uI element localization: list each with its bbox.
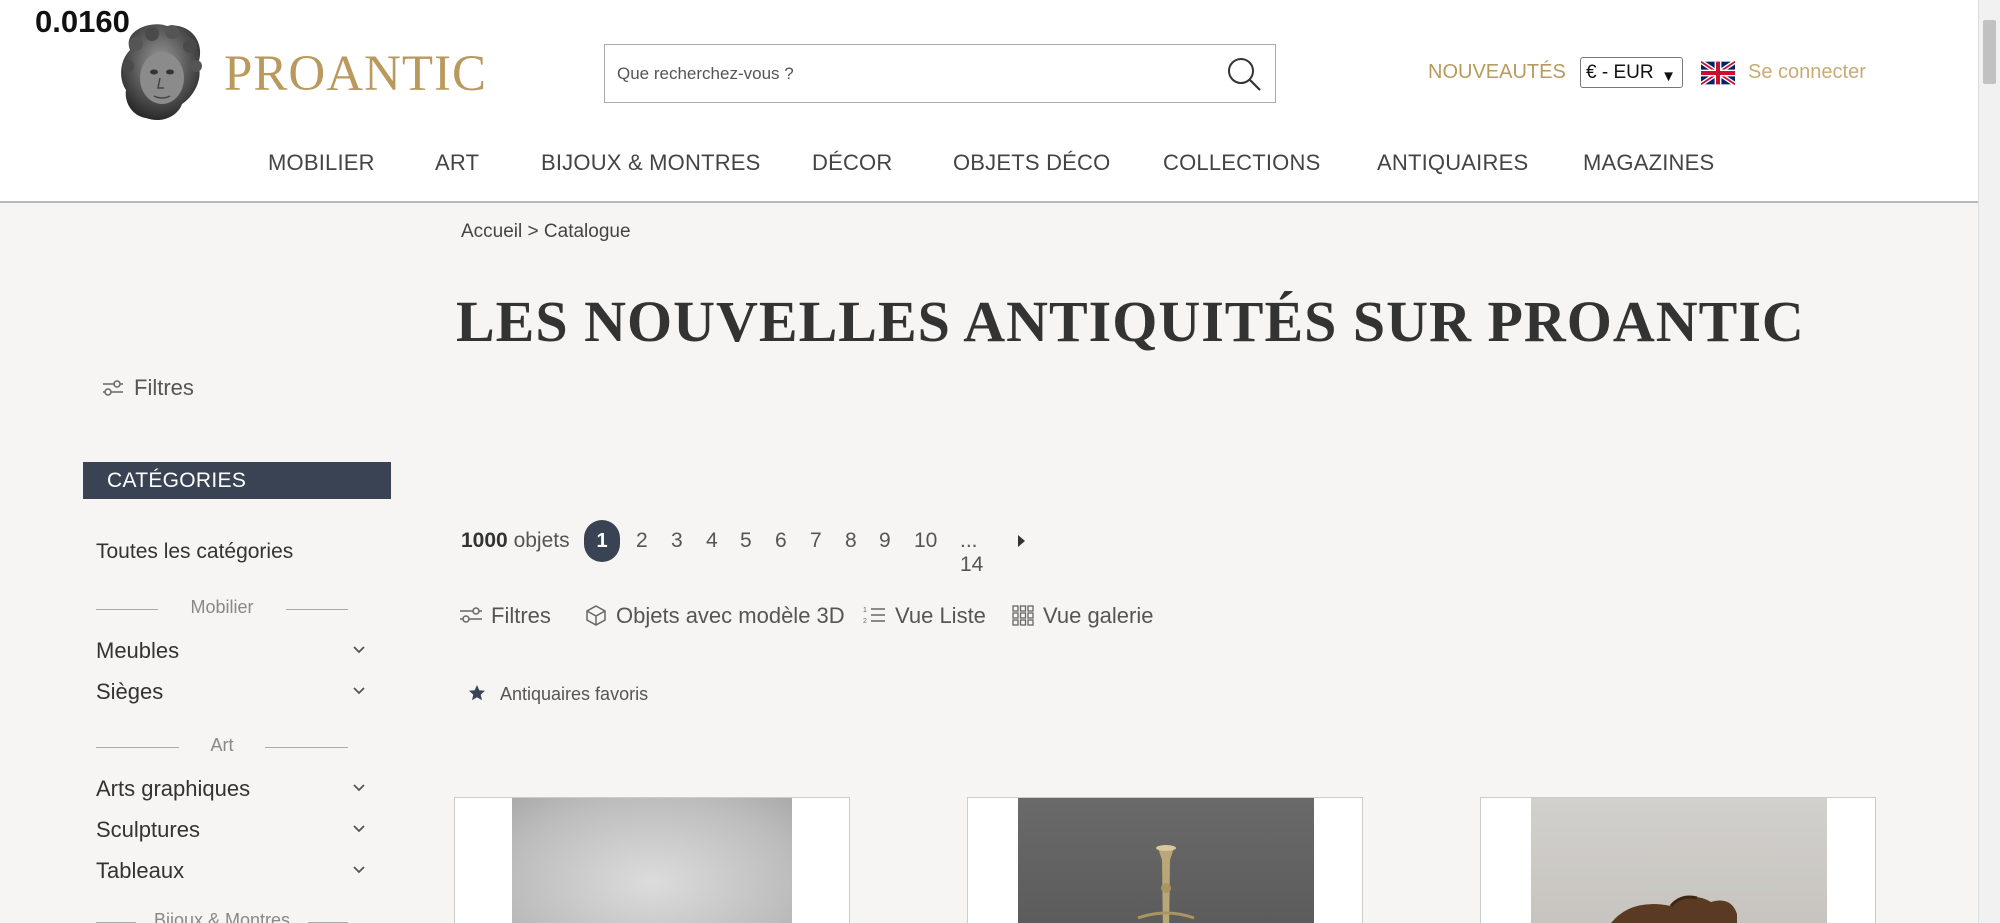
page-title: LES NOUVELLES ANTIQUITÉS SUR PROANTIC (456, 289, 1805, 354)
page-link-7[interactable]: 7 (810, 529, 822, 553)
nav-item-art[interactable]: ART (435, 150, 479, 176)
star-icon (469, 685, 485, 701)
nav-item-antiquaires[interactable]: ANTIQUAIRES (1377, 150, 1528, 176)
category-item-label: Sculptures (96, 817, 200, 842)
breadcrumb-separator: > (527, 221, 539, 242)
product-card[interactable] (454, 797, 850, 923)
main-nav: MOBILIER ART BIJOUX & MONTRES DÉCOR OBJE… (0, 150, 1978, 180)
page-link-5[interactable]: 5 (740, 529, 752, 553)
category-group-title: Mobilier (190, 597, 254, 617)
gallery-view-button[interactable]: Vue galerie (1011, 603, 1153, 629)
grid-icon (1012, 605, 1034, 626)
filter-icon (103, 380, 123, 396)
page-link-9[interactable]: 9 (879, 529, 891, 553)
logo-text[interactable]: PROANTIC (224, 45, 487, 103)
page-link-2[interactable]: 2 (636, 529, 648, 553)
filters-label: Filtres (491, 603, 551, 628)
filter-icon (460, 607, 482, 623)
page-link-3[interactable]: 3 (671, 529, 683, 553)
product-card[interactable] (967, 797, 1363, 923)
currency-select[interactable]: € - EUR ▼ (1580, 57, 1683, 88)
search-input[interactable] (617, 45, 1217, 102)
sidebar-filters-button[interactable]: Filtres (102, 375, 194, 401)
breadcrumb-current: Catalogue (543, 221, 631, 242)
next-page-icon[interactable] (1016, 534, 1026, 548)
results-count: 1000 objets (461, 529, 570, 553)
chevron-down-icon[interactable] (352, 822, 366, 836)
category-item-arts-graphiques[interactable]: Arts graphiques (96, 776, 366, 802)
favorite-dealers-button[interactable]: Antiquaires favoris (468, 684, 648, 705)
search-icon[interactable] (1223, 53, 1265, 95)
page-link-last[interactable]: ... 14 (960, 529, 983, 577)
nav-item-collections[interactable]: COLLECTIONS (1163, 150, 1320, 176)
results-count-value: 1000 (461, 529, 508, 552)
page-1-current[interactable]: 1 (584, 520, 620, 562)
currency-value: € - EUR (1586, 62, 1654, 83)
categories-header: CATÉGORIES (83, 462, 391, 499)
chevron-down-icon[interactable] (352, 643, 366, 657)
filters-button[interactable]: Filtres (459, 603, 551, 629)
category-item-tableaux[interactable]: Tableaux (96, 858, 366, 884)
svg-text:2: 2 (863, 618, 867, 625)
category-item-sculptures[interactable]: Sculptures (96, 817, 366, 843)
favorite-dealers-label: Antiquaires favoris (500, 684, 649, 704)
product-card[interactable] (1480, 797, 1876, 923)
breadcrumb-home[interactable]: Accueil (461, 221, 522, 242)
search-box[interactable] (604, 44, 1276, 103)
page-scrollbar[interactable] (1978, 0, 2000, 923)
all-categories-link[interactable]: Toutes les catégories (96, 540, 293, 564)
page-link-10[interactable]: 10 (914, 529, 937, 553)
chevron-down-icon[interactable] (352, 684, 366, 698)
category-item-meubles[interactable]: Meubles (96, 638, 366, 664)
category-group-mobilier: Mobilier (96, 597, 348, 621)
product-image[interactable] (1531, 798, 1827, 923)
gallery-view-label: Vue galerie (1043, 603, 1154, 628)
cube-3d-icon (586, 605, 606, 626)
objects-3d-button[interactable]: Objets avec modèle 3D (584, 603, 845, 629)
breadcrumb: Accueil > Catalogue (461, 221, 631, 243)
category-group-bijoux: Bijoux & Montres (96, 910, 348, 923)
product-image[interactable] (1018, 798, 1314, 923)
product-image[interactable] (512, 798, 792, 923)
sculpture-image (1611, 895, 1737, 923)
category-group-art: Art (96, 735, 348, 759)
category-item-sieges[interactable]: Sièges (96, 679, 366, 705)
debug-value: 0.0160 (35, 4, 130, 39)
results-count-label: objets (513, 529, 570, 552)
chevron-down-icon[interactable] (352, 863, 366, 877)
category-item-label: Tableaux (96, 858, 185, 883)
objects-3d-label: Objets avec modèle 3D (616, 603, 845, 628)
candlestick-image (1137, 845, 1195, 923)
uk-flag-icon[interactable] (1701, 61, 1735, 85)
divider (265, 747, 348, 748)
nav-item-objets-deco[interactable]: OBJETS DÉCO (953, 150, 1110, 176)
list-view-label: Vue Liste (895, 603, 986, 628)
login-link[interactable]: Se connecter (1748, 61, 1866, 84)
chevron-down-icon: ▼ (1661, 68, 1676, 85)
nav-item-decor[interactable]: DÉCOR (812, 150, 892, 176)
chevron-down-icon[interactable] (352, 781, 366, 795)
sidebar-filters-label: Filtres (134, 375, 194, 400)
page-link-6[interactable]: 6 (775, 529, 787, 553)
divider (286, 609, 348, 610)
category-item-label: Sièges (96, 679, 164, 704)
site-header: PROANTIC NOUVEAUTÉS € - EUR ▼ Se connect… (0, 0, 1978, 203)
category-group-title: Art (210, 735, 234, 755)
scrollbar-thumb[interactable] (1983, 20, 1996, 84)
list-view-button[interactable]: 1 2 Vue Liste (863, 603, 986, 629)
category-item-label: Meubles (96, 638, 180, 663)
category-item-label: Arts graphiques (96, 776, 251, 801)
nouveautes-link[interactable]: NOUVEAUTÉS (1428, 61, 1566, 84)
nav-item-bijoux-montres[interactable]: BIJOUX & MONTRES (541, 150, 761, 176)
nav-item-mobilier[interactable]: MOBILIER (268, 150, 375, 176)
page-link-4[interactable]: 4 (706, 529, 718, 553)
list-icon: 1 2 (863, 607, 885, 625)
svg-text:1: 1 (863, 607, 867, 614)
page-link-8[interactable]: 8 (845, 529, 857, 553)
nav-item-magazines[interactable]: MAGAZINES (1583, 150, 1714, 176)
